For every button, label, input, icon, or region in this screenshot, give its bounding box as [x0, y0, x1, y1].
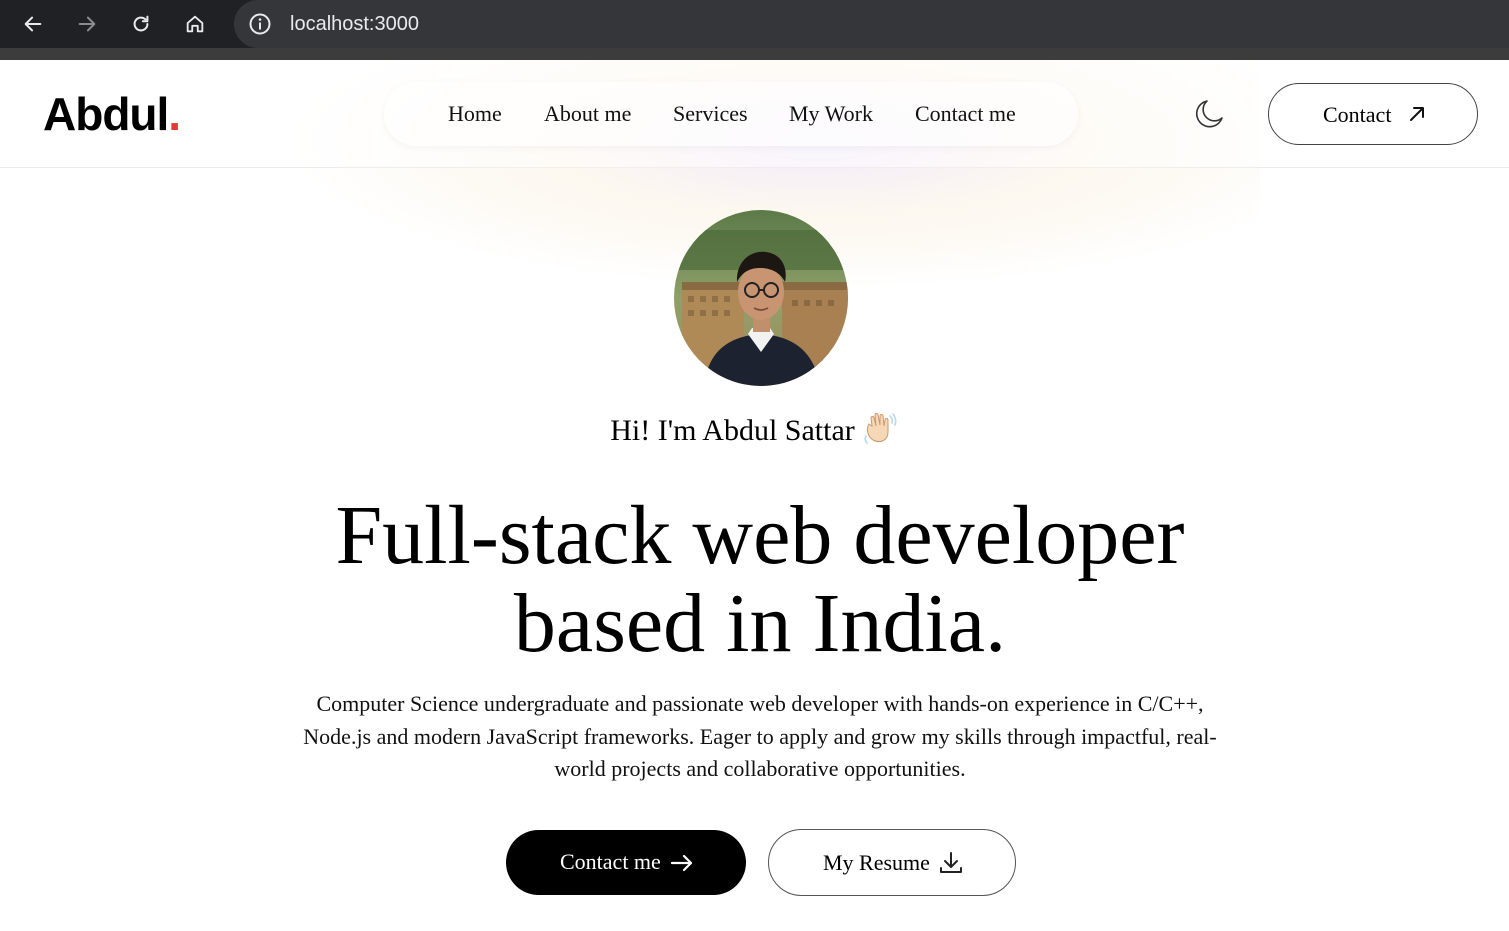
- contact-me-label: Contact me: [560, 849, 661, 874]
- profile-photo: [674, 210, 848, 386]
- moon-icon[interactable]: [1191, 96, 1227, 132]
- download-icon: [938, 850, 964, 876]
- waving-hand-icon: [861, 410, 899, 448]
- headline-line-2: based in India.: [513, 577, 1007, 670]
- home-icon[interactable]: [179, 8, 211, 40]
- logo-text: Abdul: [43, 88, 169, 140]
- back-icon[interactable]: [17, 8, 49, 40]
- site-logo[interactable]: Abdul.: [43, 86, 181, 142]
- resume-button[interactable]: My Resume: [768, 829, 1016, 896]
- header-contact-button[interactable]: Contact: [1268, 83, 1478, 145]
- address-bar[interactable]: localhost:3000: [234, 0, 1509, 48]
- contact-me-button[interactable]: Contact me: [506, 830, 746, 895]
- arrow-right-icon: [669, 850, 695, 876]
- nav-about[interactable]: About me: [544, 100, 631, 128]
- headline-line-1: Full-stack web developer: [335, 489, 1185, 582]
- greeting-text: Hi! I'm Abdul Sattar: [610, 414, 855, 447]
- url-text[interactable]: localhost:3000: [290, 12, 419, 36]
- browser-toolbar: localhost:3000: [0, 0, 1509, 48]
- nav-contact-me[interactable]: Contact me: [915, 100, 1016, 128]
- site-info-icon[interactable]: [248, 12, 272, 36]
- reload-icon[interactable]: [125, 8, 157, 40]
- resume-label: My Resume: [823, 850, 930, 875]
- nav-home[interactable]: Home: [448, 100, 502, 128]
- nav-my-work[interactable]: My Work: [789, 100, 873, 128]
- nav-services[interactable]: Services: [673, 100, 748, 128]
- logo-dot: .: [168, 88, 181, 140]
- browser-chrome-divider: [0, 48, 1509, 60]
- greeting: Hi! I'm Abdul Sattar: [0, 410, 1509, 451]
- arrow-up-right-icon: [1405, 102, 1429, 126]
- page-title: Full-stack web developer based in India.: [200, 492, 1320, 668]
- header-contact-label: Contact: [1323, 102, 1392, 127]
- intro-paragraph: Computer Science undergraduate and passi…: [303, 691, 1217, 781]
- forward-icon[interactable]: [71, 8, 103, 40]
